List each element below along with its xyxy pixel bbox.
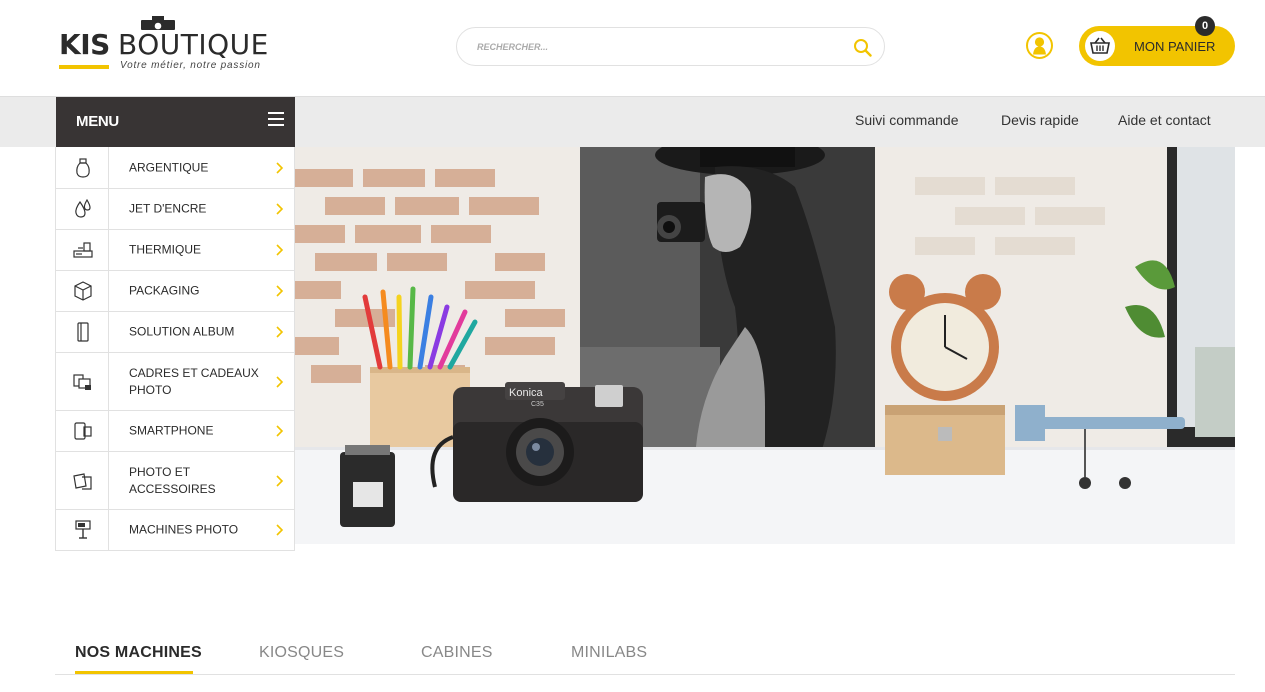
logo-brand-bold: KIS xyxy=(59,28,110,61)
kis-boutique-logo[interactable]: KIS BOUTIQUE Votre métier, notre passion xyxy=(58,16,298,76)
thermal-printer-icon xyxy=(73,242,93,258)
chevron-right-icon xyxy=(276,425,284,437)
menu-toggle[interactable]: MENU xyxy=(56,97,295,148)
sidebar-item-packaging[interactable]: PACKAGING xyxy=(56,270,294,311)
chevron-right-icon xyxy=(276,375,284,388)
hamburger-icon xyxy=(268,112,284,126)
chevron-right-icon xyxy=(276,285,284,297)
photo-accessories-icon xyxy=(73,472,92,490)
sidebar-item-cadres-cadeaux[interactable]: CADRES ET CADEAUX PHOTO xyxy=(56,352,294,410)
sidebar-item-label: PHOTO ET ACCESSOIRES xyxy=(129,464,216,496)
cart-count-badge: 0 xyxy=(1195,16,1215,36)
box-icon xyxy=(74,281,92,301)
site-header: KIS BOUTIQUE Votre métier, notre passion… xyxy=(0,0,1265,96)
camera-brand-text: Konica xyxy=(509,387,544,399)
sidebar-item-label: SOLUTION ALBUM xyxy=(129,324,235,339)
sidebar-item-solution-album[interactable]: SOLUTION ALBUM xyxy=(56,311,294,352)
sidebar-item-label: ARGENTIQUE xyxy=(129,160,209,174)
sidebar-item-label: SMARTPHONE xyxy=(129,423,214,438)
sidebar-item-label: PACKAGING xyxy=(129,283,200,298)
cart-label: MON PANIER xyxy=(1134,39,1216,54)
chevron-right-icon xyxy=(276,524,284,536)
logo-accent-bar xyxy=(59,65,109,69)
chevron-right-icon xyxy=(276,161,284,174)
search-icon[interactable] xyxy=(853,38,872,57)
tab-cabines[interactable]: CABINES xyxy=(421,644,493,662)
photo-kiosk-icon xyxy=(75,520,91,539)
tab-minilabs[interactable]: MINILABS xyxy=(571,644,647,662)
ink-drops-icon xyxy=(75,199,91,218)
tab-kiosques[interactable]: KIOSQUES xyxy=(259,644,344,662)
link-order-tracking[interactable]: Suivi commande xyxy=(855,112,959,128)
link-help-contact[interactable]: Aide et contact xyxy=(1118,112,1211,128)
menu-label: MENU xyxy=(76,113,119,130)
camera-model-text: C35 xyxy=(531,401,544,408)
logo-brand-light: BOUTIQUE xyxy=(118,28,269,61)
chevron-right-icon xyxy=(276,474,284,487)
search-input[interactable] xyxy=(477,36,847,58)
active-tab-indicator xyxy=(75,671,193,674)
photo-frames-icon xyxy=(73,373,91,390)
sidebar-item-thermique[interactable]: THERMIQUE xyxy=(56,229,294,270)
smartphone-icon xyxy=(74,422,92,440)
sidebar-item-photo-accessoires[interactable]: PHOTO ET ACCESSOIRES xyxy=(56,451,294,509)
hero-banner[interactable]: Konica C35 xyxy=(295,147,1235,544)
sidebar-item-machines-photo[interactable]: MACHINES PHOTO xyxy=(56,509,294,550)
chevron-right-icon xyxy=(276,326,284,338)
tab-nos-machines[interactable]: NOS MACHINES xyxy=(75,644,202,662)
chevron-right-icon xyxy=(276,203,284,215)
hero-photo-desk-scene: Konica C35 xyxy=(295,147,1235,544)
sidebar-item-argentique[interactable]: ARGENTIQUE xyxy=(56,147,294,188)
chevron-right-icon xyxy=(276,244,284,256)
album-icon xyxy=(77,322,89,342)
user-account-icon[interactable] xyxy=(1025,31,1054,60)
sidebar-item-jet-d-encre[interactable]: JET D'ENCRE xyxy=(56,188,294,229)
basket-icon xyxy=(1085,31,1115,61)
sidebar-item-smartphone[interactable]: SMARTPHONE xyxy=(56,410,294,451)
sidebar-item-label: CADRES ET CADEAUX PHOTO xyxy=(129,365,259,397)
film-bottle-icon xyxy=(76,157,90,178)
link-quick-quote[interactable]: Devis rapide xyxy=(1001,112,1079,128)
search-bar xyxy=(456,27,885,66)
sidebar-item-label: MACHINES PHOTO xyxy=(129,522,239,537)
sidebar-item-label: THERMIQUE xyxy=(129,242,201,257)
category-menu: ARGENTIQUE JET D'ENCRE THERMIQUE PACKAGI… xyxy=(55,147,295,551)
machines-tabs: NOS MACHINES KIOSQUES CABINES MINILABS xyxy=(55,634,1235,675)
sidebar-item-label: JET D'ENCRE xyxy=(129,201,207,216)
logo-tagline: Votre métier, notre passion xyxy=(120,60,261,71)
